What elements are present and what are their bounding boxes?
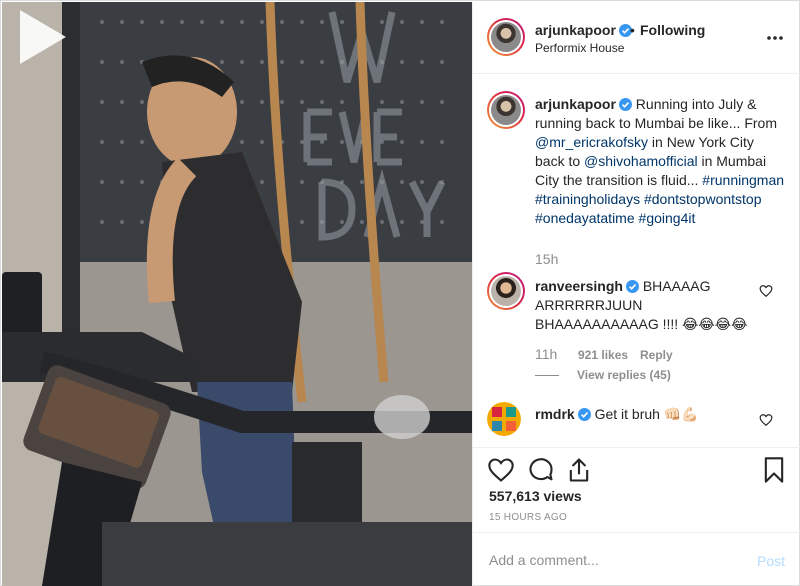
- post-video[interactable]: [2, 2, 472, 586]
- comment-text: ranveersingh BHAAAAG ARRRRRRJUUN BHAAAAA…: [535, 277, 755, 334]
- caption-time[interactable]: 15h: [535, 251, 558, 267]
- post-header: arjunkapoor • Following Performix House: [473, 2, 800, 74]
- author-avatar[interactable]: [487, 18, 525, 56]
- verified-badge-icon: [625, 280, 639, 293]
- separator-dot: •: [630, 22, 635, 38]
- comment-avatar[interactable]: [487, 272, 525, 310]
- save-bookmark-icon[interactable]: [760, 456, 788, 484]
- comment-like-heart-icon[interactable]: [759, 284, 773, 298]
- hashtag-link[interactable]: #going4it: [639, 210, 696, 226]
- comments-section: arjunkapoor Running into July & running …: [473, 75, 800, 447]
- comment-composer: Post: [473, 532, 800, 586]
- replies-divider: [535, 375, 559, 376]
- comment-username[interactable]: ranveersingh: [535, 278, 623, 294]
- author-username[interactable]: arjunkapoor: [535, 22, 632, 38]
- rmdrk-avatar-icon: [487, 402, 521, 436]
- comment-body: Get it bruh 👊🏻💪🏻: [594, 406, 699, 422]
- comment-time[interactable]: 11h: [535, 346, 557, 362]
- verified-badge-icon: [618, 98, 632, 111]
- video-frame: [2, 2, 472, 586]
- caption-avatar[interactable]: [487, 91, 525, 129]
- hashtag-link[interactable]: #trainingholidays: [535, 191, 640, 207]
- post-sidebar: arjunkapoor • Following Performix House …: [472, 2, 800, 586]
- mention-link[interactable]: @mr_ericrakofsky: [535, 134, 648, 150]
- add-comment-input[interactable]: [489, 546, 739, 574]
- verified-badge-icon: [577, 408, 591, 421]
- comment-username[interactable]: rmdrk: [535, 406, 575, 422]
- hashtag-link[interactable]: #runningman: [702, 172, 784, 188]
- caption-text: arjunkapoor Running into July & running …: [535, 95, 787, 228]
- more-horizontal-icon[interactable]: [765, 28, 785, 48]
- location-link[interactable]: Performix House: [535, 41, 624, 55]
- like-heart-icon[interactable]: [487, 456, 515, 484]
- instagram-post: arjunkapoor • Following Performix House …: [0, 0, 800, 586]
- share-icon[interactable]: [565, 456, 593, 484]
- comment-text: rmdrk Get it bruh 👊🏻💪🏻: [535, 405, 755, 424]
- hashtag-link[interactable]: #onedayatatime: [535, 210, 635, 226]
- post-comment-button[interactable]: Post: [757, 553, 785, 569]
- view-count[interactable]: 557,613 views: [489, 488, 582, 504]
- comment-bubble-icon[interactable]: [527, 456, 555, 484]
- play-icon[interactable]: [2, 2, 72, 72]
- mention-link[interactable]: @shivohamofficial: [584, 153, 698, 169]
- following-button[interactable]: Following: [640, 22, 705, 38]
- reply-button[interactable]: Reply: [640, 348, 673, 362]
- comment-like-heart-icon[interactable]: [759, 413, 773, 427]
- comment-likes[interactable]: 921 likes: [578, 348, 628, 362]
- hashtag-link[interactable]: #dontstopwontstop: [644, 191, 762, 207]
- caption-username[interactable]: arjunkapoor: [535, 96, 616, 112]
- view-replies-button[interactable]: View replies (45): [577, 368, 671, 382]
- comment-avatar[interactable]: [487, 402, 521, 436]
- post-timestamp[interactable]: 15 HOURS AGO: [489, 512, 567, 523]
